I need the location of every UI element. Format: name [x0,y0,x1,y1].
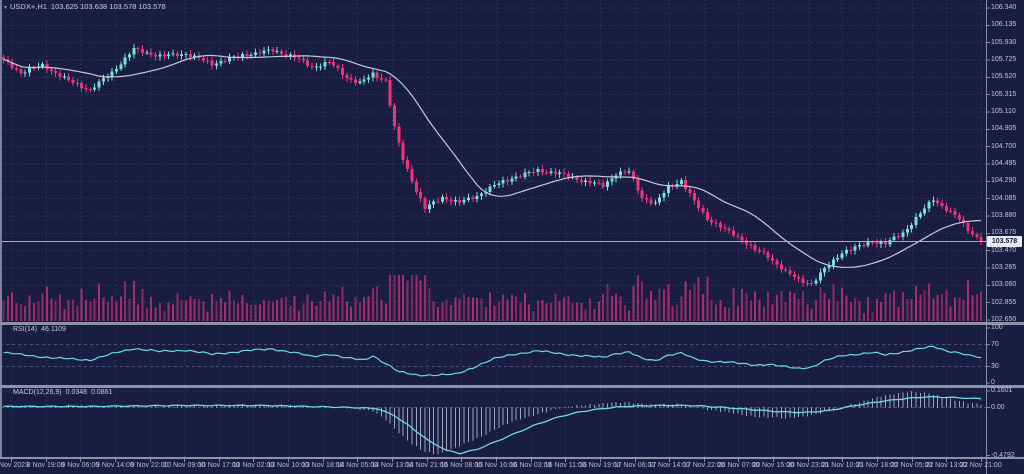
price-tick-label: 104.085 [991,195,1016,203]
chart-canvas[interactable] [0,0,1024,474]
rsi-level-label: 30 [991,363,999,371]
price-tick-label: 103.470 [991,247,1016,255]
rsi-value: 46.1109 [41,326,66,333]
price-axis[interactable]: 106.340 106.135 105.930 105.725 105.520 105.3… [986,0,1024,459]
rsi-name: RSI(14) [13,326,37,333]
price-tick-label: 104.905 [991,125,1016,133]
chart-title: ▾USDX+,H1 103.625 103.638 103.578 103.578 [4,2,170,11]
time-axis[interactable]: 8 Nov 20238 Nov 19:009 Nov 06:009 Nov 14… [0,459,1024,474]
price-tick-label: 104.700 [991,143,1016,151]
chevron-down-icon[interactable]: ▾ [4,5,7,11]
chart-left-border [0,0,2,459]
price-tick-label: 104.290 [991,177,1016,185]
macd-axis-label: 0.1601 [991,387,1012,395]
bid-price-tag: 103.578 [987,236,1022,247]
price-tick-label: 103.880 [991,212,1016,220]
macd-main-value: 0.0348 [66,389,87,396]
time-tick-label: 8 Nov 19:00 [27,462,65,470]
rsi-level-label: 100 [991,324,1003,332]
rsi-indicator-label: RSI(14) 46.1109 [13,326,70,333]
panel-separator[interactable] [0,322,1024,325]
price-tick-label: 105.110 [991,108,1016,116]
macd-signal-value: 0.0861 [91,389,112,396]
macd-indicator-label: MACD(12,26,9) 0.0348 0.0861 [13,389,116,396]
time-tick-label: 22 Nov 21:00 [960,462,1002,470]
price-tick-label: 105.725 [991,56,1016,64]
panel-separator[interactable] [0,385,1024,388]
macd-axis-label: 0.00 [991,404,1005,412]
price-tick-label: 104.495 [991,160,1016,168]
price-tick-label: 102.650 [991,316,1016,324]
price-tick-label: 103.265 [991,264,1016,272]
price-tick-label: 105.315 [991,91,1016,99]
price-tick-label: 105.930 [991,39,1016,47]
price-tick-label: 103.060 [991,281,1016,289]
time-tick-label: 9 Nov 14:00 [96,462,134,470]
rsi-level-label: 0 [991,379,995,387]
ohlc-values: 103.625 103.638 103.578 103.578 [51,2,166,11]
symbol-timeframe-label: USDX+,H1 [10,2,47,11]
time-tick-label: 9 Nov 06:00 [61,462,99,470]
price-tick-label: 105.520 [991,73,1016,81]
time-tick-label: 8 Nov 2023 [0,462,29,470]
trading-chart-window: ▾USDX+,H1 103.625 103.638 103.578 103.578… [0,0,1024,474]
price-tick-label: 106.135 [991,21,1016,29]
rsi-level-label: 70 [991,341,999,349]
price-tick-label: 106.340 [991,4,1016,12]
macd-name: MACD(12,26,9) [13,389,62,396]
price-tick-label: 102.855 [991,299,1016,307]
